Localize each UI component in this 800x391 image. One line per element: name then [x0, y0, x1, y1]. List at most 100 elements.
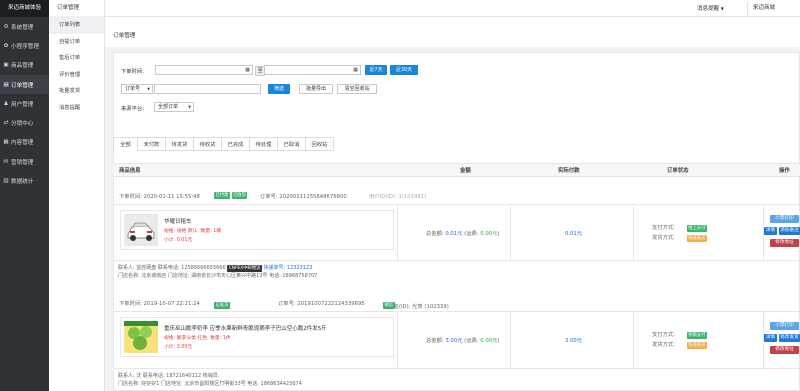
submenu-item-4[interactable]: 批量发货 [49, 83, 104, 100]
print-receipt-button[interactable]: 小票打印 [770, 215, 799, 223]
product-name[interactable]: 重庆巫山脆李奶李 应季水果新鲜青脆现摘李子巴山空心脆2件发5斤 [164, 324, 327, 332]
sidebar-item-8[interactable]: ▥ 数据统计 [0, 171, 49, 190]
pay-badge: 线上支付 [686, 225, 707, 232]
order-number: 订单号: 20200111155848676600 [260, 194, 347, 200]
order-amount: 总金额: 0.01元 (运费: 0.00元) [426, 231, 500, 237]
breadcrumb: 订单管理 [105, 17, 800, 47]
sidebar-item-4[interactable]: ♟ 用户管理 [0, 94, 49, 113]
batch-export-button[interactable]: 批量导出 [299, 84, 333, 94]
order-type-select[interactable]: 订单号 ▼ [121, 84, 153, 94]
sidebar-item-label: 小程序管理 [11, 43, 39, 50]
submenu-item-3[interactable]: 评价管理 [49, 67, 104, 84]
user-menu[interactable]: 来迈商城 [753, 0, 800, 17]
order-row: 华耀日租车 规格: 规格 默认 数量: 1辆 小计: 0.01元 总金额: 0.… [113, 204, 800, 261]
add-note-button[interactable]: 添加备注 [779, 227, 800, 235]
miniapp-icon: ✿ [3, 42, 9, 49]
express-tag: CNPEX中邮物流 [227, 265, 262, 272]
gear-icon: ⚙ [3, 23, 9, 30]
tab-2[interactable]: 待发货 [166, 137, 194, 151]
divider [747, 2, 748, 15]
sidebar-item-1[interactable]: ✿ 小程序管理 [0, 36, 49, 55]
order-time: 下单时间: 2019-10-07 22:21:24 [119, 301, 200, 307]
time-label: 下单时间: [121, 69, 144, 75]
sidebar-item-label: 营销管理 [11, 159, 34, 166]
tab-6[interactable]: 已取消 [278, 137, 306, 151]
modify-address-button[interactable]: 修改地址 [770, 346, 799, 354]
product-subtotal: 小计: 0.01元 [164, 238, 193, 243]
contact-info: 联系人: 沈 联系电话: 18721640112 核销员: [118, 373, 220, 379]
sidebar-item-label: 系统管理 [11, 24, 34, 31]
product-name[interactable]: 华耀日租车 [164, 217, 192, 225]
order-badges: 已付款 已收货 [214, 192, 248, 199]
chevron-down-icon: ▼ [720, 6, 724, 11]
chart-icon: ▥ [3, 178, 9, 185]
modify-ship-button[interactable]: 修改发货 [779, 334, 800, 342]
sidebar-item-7[interactable]: ✉ 营销管理 [0, 152, 49, 171]
header-action: 操作 [779, 168, 790, 174]
product-subtotal: 小计: 3.00元 [164, 345, 193, 350]
sidebar-item-label: 用户管理 [11, 101, 34, 108]
header-amount: 金额 [460, 168, 471, 174]
order-number: 订单号: 20191007222124339695 [278, 301, 365, 307]
sidebar-item-5[interactable]: ⇄ 分销中心 [0, 113, 49, 132]
calendar-icon[interactable]: ▦ [245, 66, 250, 74]
product-card: 华耀日租车 规格: 规格 默认 数量: 1辆 小计: 0.01元 [120, 210, 394, 250]
user-id: 用户ID(ID): 1(101981) [369, 194, 427, 200]
sub-menu-title: 订单管理 [49, 0, 104, 17]
tab-0[interactable]: 全部 [113, 137, 138, 151]
end-date-input[interactable]: ▦ [264, 65, 361, 75]
print-receipt-button[interactable]: 小票打印 [770, 322, 799, 330]
filter-button[interactable]: 筛选 [268, 84, 290, 94]
tab-1[interactable]: 未付款 [138, 137, 166, 151]
sidebar-item-label: 商品管理 [11, 63, 34, 70]
order-header: 下单时间: 2019-10-07 22:21:24 有退款 已付款 已发货 订单… [119, 301, 449, 310]
sidebar-item-3[interactable]: ▤ 订单管理 [0, 74, 49, 95]
ship-badge: 快递发货 [686, 342, 707, 349]
product-image[interactable] [124, 321, 158, 353]
tab-3[interactable]: 待收货 [194, 137, 222, 151]
pay-badge: 余额支付 [686, 332, 707, 339]
chevron-down-icon: ▼ [147, 87, 150, 91]
order-row: 重庆巫山脆李奶李 应季水果新鲜青脆现摘李子巴山空心脆2件发5斤 规格: 脆李分类… [113, 311, 800, 369]
brand-logo: 来迈商城体验 [0, 0, 49, 17]
modify-address-button[interactable]: 修改地址 [770, 239, 799, 247]
notice-menu[interactable]: 消息提醒 ▼ [697, 0, 724, 17]
product-image[interactable] [124, 214, 158, 246]
tab-4[interactable]: 已完成 [222, 137, 250, 151]
store-info: 门店名称: 好好好1 门店地址: 北京市昌阳楼区竹明街33号 电话: 18686… [118, 381, 302, 387]
sidebar-item-2[interactable]: ▣ 商品管理 [0, 56, 49, 75]
content-icon: ▦ [3, 139, 9, 146]
sidebar-item-0[interactable]: ⚙ 系统管理 [0, 17, 49, 36]
product-spec: 规格: 规格 默认 数量: 1辆 [164, 229, 222, 234]
sidebar-item-label: 内容管理 [11, 140, 34, 147]
submenu-item-2[interactable]: 售后订单 [49, 50, 104, 67]
wechat-badge: 微信 [383, 302, 395, 309]
order-header: 下单时间: 2020-01-11 15:55:48 已付款 已收货 订单号: 2… [113, 189, 800, 203]
clear-recycle-button[interactable]: 清空回收站 [337, 84, 377, 94]
last-30-days-button[interactable]: 近30天 [390, 65, 418, 75]
header-product: 商品信息 [119, 168, 141, 174]
tab-5[interactable]: 待处理 [250, 137, 278, 151]
sidebar-item-label: 分销中心 [11, 121, 34, 128]
calendar-icon[interactable]: ▦ [353, 66, 358, 74]
sidebar-item-6[interactable]: ▦ 内容管理 [0, 133, 49, 152]
source-label: 来源平台: [121, 106, 144, 112]
submenu-item-1[interactable]: 自提订单 [49, 34, 104, 51]
detail-button[interactable]: 详情 [764, 334, 777, 342]
header-paid: 实际付款 [558, 168, 580, 174]
product-spec: 规格: 脆李分类 红色 数量: 1件 [164, 336, 231, 341]
tab-7[interactable]: 回收站 [306, 137, 334, 151]
last-7-days-button[interactable]: 近7天 [365, 65, 387, 75]
source-select[interactable]: 全部订单 ▼ [154, 102, 194, 112]
user-icon: ♟ [3, 100, 9, 107]
start-date-input[interactable]: ▦ [155, 65, 253, 75]
gift-icon: ✉ [3, 158, 9, 165]
pay-method: 支付方式: 线上支付 [652, 225, 707, 232]
detail-button[interactable]: 详情 [764, 227, 777, 235]
sidebar-item-label: 数据统计 [11, 179, 34, 186]
status-badge: 已付款 [214, 192, 230, 199]
submenu-item-5[interactable]: 消息提醒 [49, 100, 104, 117]
search-input[interactable] [154, 84, 261, 94]
submenu-item-0[interactable]: 订单列表 [49, 17, 104, 34]
paid-amount: 3.00元 [565, 338, 583, 344]
